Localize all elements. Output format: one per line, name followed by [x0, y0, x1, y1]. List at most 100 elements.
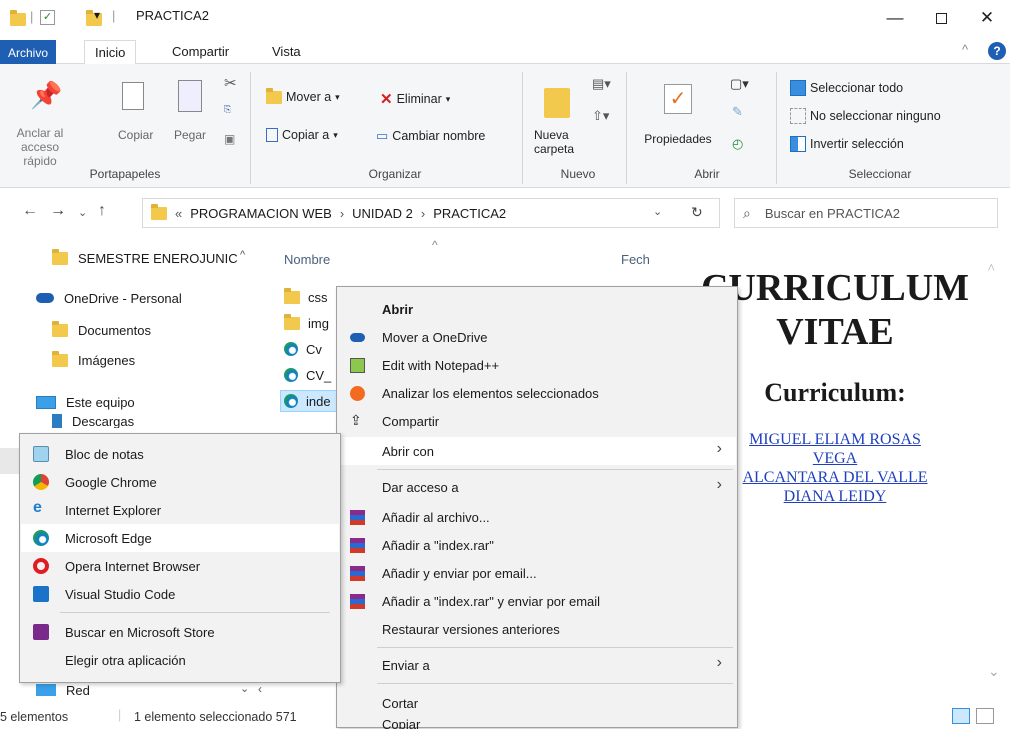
app-visual-studio-code[interactable]: Visual Studio Code — [21, 580, 339, 608]
address-dropdown-icon[interactable]: ⌄ — [653, 205, 662, 218]
scroll-up-icon[interactable]: ^ — [240, 249, 245, 261]
pin-quick-access-button[interactable]: 📌 Anclar al acceso rápido — [8, 70, 78, 168]
nav-item-semestre[interactable]: SEMESTRE ENEROJUNIC — [52, 246, 238, 270]
close-button[interactable]: ✕ — [964, 0, 1010, 36]
customize-toolbar-icon[interactable]: ▾ — [94, 8, 100, 22]
file-row[interactable]: css — [284, 286, 328, 308]
menu-item-enviar-a[interactable]: Enviar a › — [338, 651, 736, 679]
file-row[interactable]: img — [284, 312, 329, 334]
app-google-chrome[interactable]: Google Chrome — [21, 468, 339, 496]
easy-access-icon[interactable]: ⇧▾ — [592, 108, 609, 124]
nav-item-descargas[interactable]: Descargas — [52, 414, 134, 428]
search-input[interactable]: ⌕ Buscar en PRACTICA2 — [734, 198, 998, 228]
app-opera[interactable]: Opera Internet Browser — [21, 552, 339, 580]
copy-button[interactable]: Copiar — [112, 70, 156, 160]
app-bloc-de-notas[interactable]: Bloc de notas — [21, 440, 339, 468]
select-none-button[interactable]: No seleccionar ninguno — [790, 108, 941, 124]
nav-item-onedrive[interactable]: OneDrive - Personal — [36, 286, 182, 310]
open-with-submenu: Bloc de notas Google Chrome e Internet Ex… — [19, 433, 341, 683]
properties-button[interactable]: ✓ Propiedades — [636, 70, 716, 160]
copy-to-button[interactable]: Copiar a ▾ — [266, 128, 338, 142]
forward-button[interactable]: → — [50, 202, 66, 220]
breadcrumb-practica2[interactable]: PRACTICA2 — [433, 206, 506, 221]
minimize-button[interactable]: — — [872, 0, 918, 36]
menu-item-onedrive[interactable]: Mover a OneDrive — [338, 323, 736, 351]
chevron-right-icon: › — [339, 205, 345, 221]
folder-icon — [284, 313, 300, 330]
move-to-button[interactable]: Mover a ▾ — [266, 87, 340, 104]
winrar-icon — [350, 566, 365, 581]
nav-item-este-equipo[interactable]: Este equipo — [36, 390, 135, 414]
file-row[interactable]: Cv — [284, 338, 322, 360]
maximize-button[interactable] — [918, 0, 964, 36]
edit-icon[interactable]: ✎ — [732, 104, 743, 120]
nav-item-documentos[interactable]: Documentos — [52, 318, 151, 342]
paste-button[interactable]: Pegar — [170, 70, 214, 160]
preview-scroll-down-icon[interactable]: ⌄ — [988, 664, 1000, 681]
menu-item-analizar[interactable]: Analizar los elementos seleccionados — [338, 379, 736, 407]
delete-button[interactable]: ✕ Eliminar ▾ — [380, 90, 450, 108]
details-view-icon[interactable] — [952, 708, 970, 724]
menu-item-restaurar[interactable]: Restaurar versiones anteriores — [338, 615, 736, 643]
file-row[interactable]: CV_ — [284, 364, 331, 386]
invert-selection-icon — [790, 136, 806, 152]
large-icons-view-icon[interactable] — [976, 708, 994, 724]
invert-selection-button[interactable]: Invertir selección — [790, 136, 904, 152]
up-button[interactable]: ↑ — [98, 202, 106, 220]
copy-path-icon[interactable]: ⎘ — [224, 104, 231, 115]
edge-icon — [33, 530, 49, 546]
menu-item-notepad[interactable]: Edit with Notepad++ — [338, 351, 736, 379]
address-bar[interactable]: « PROGRAMACION WEB › UNIDAD 2 › PRACTICA… — [142, 198, 720, 228]
cut-icon[interactable]: ✂ — [224, 74, 237, 92]
menu-item-rar-index[interactable]: Añadir a "index.rar" — [338, 531, 736, 559]
app-internet-explorer[interactable]: e Internet Explorer — [21, 496, 339, 524]
menu-item-abrir[interactable]: Abrir — [338, 295, 736, 323]
help-icon[interactable]: ? — [988, 42, 1006, 60]
paste-shortcut-icon[interactable]: ▣ — [224, 132, 235, 146]
select-all-button[interactable]: Seleccionar todo — [790, 80, 903, 96]
breadcrumb-unidad-2[interactable]: UNIDAD 2 — [352, 206, 413, 221]
open-icon[interactable]: ▢▾ — [730, 76, 749, 92]
collapse-ribbon-icon[interactable]: ^ — [962, 42, 968, 57]
menu-item-rar-index-email[interactable]: Añadir a "index.rar" y enviar por email — [338, 587, 736, 615]
breadcrumb-overflow[interactable]: « — [175, 206, 182, 221]
nav-item-imagenes[interactable]: Imágenes — [52, 348, 135, 372]
preview-scroll-up-icon[interactable]: ^ — [988, 262, 995, 278]
menu-item-abrir-con[interactable]: Abrir con › — [338, 437, 736, 465]
back-button[interactable]: ← — [22, 202, 38, 220]
rename-button[interactable]: ▭ Cambiar nombre — [376, 128, 485, 144]
recent-locations-button[interactable]: ⌄ — [78, 206, 87, 219]
menu-item-rar-add[interactable]: Añadir al archivo... — [338, 503, 736, 531]
tab-compartir[interactable]: Compartir — [162, 40, 239, 64]
history-icon[interactable]: ◴ — [732, 136, 743, 152]
tab-archivo[interactable]: Archivo — [0, 40, 57, 66]
new-item-icon[interactable]: ▤▾ — [592, 76, 611, 92]
winrar-icon — [350, 538, 365, 553]
scroll-down-icon[interactable]: ⌄ — [240, 682, 249, 695]
edge-icon — [284, 368, 298, 382]
scroll-left-icon[interactable]: ‹ — [258, 682, 262, 696]
nav-selected-highlight — [0, 448, 20, 474]
computer-icon — [36, 395, 56, 409]
refresh-icon[interactable]: ↻ — [691, 204, 703, 221]
new-folder-button[interactable]: Nueva carpeta — [532, 70, 588, 160]
network-icon — [36, 684, 56, 696]
app-microsoft-edge[interactable]: Microsoft Edge — [21, 524, 339, 552]
menu-item-dar-acceso[interactable]: Dar acceso a › — [338, 473, 736, 501]
app-microsoft-store[interactable]: Buscar en Microsoft Store — [21, 618, 339, 646]
menu-item-compartir[interactable]: ⇪ Compartir — [338, 407, 736, 435]
delete-icon: ✕ — [380, 91, 393, 108]
folder-icon — [151, 203, 167, 220]
ribbon: 📌 Anclar al acceso rápido Copiar Pegar ✂… — [0, 64, 1010, 188]
chevron-right-icon: › — [716, 654, 722, 671]
tab-inicio[interactable]: Inicio — [84, 40, 137, 65]
notepad-plus-icon — [350, 358, 365, 373]
file-row-selected[interactable]: inde — [280, 390, 340, 412]
tab-vista[interactable]: Vista — [262, 40, 311, 64]
menu-item-rar-email[interactable]: Añadir y enviar por email... — [338, 559, 736, 587]
choose-other-app[interactable]: Elegir otra aplicación — [21, 646, 339, 674]
column-header-fecha[interactable]: Fech — [621, 252, 650, 267]
breadcrumb-programacion-web[interactable]: PROGRAMACION WEB — [190, 206, 332, 221]
properties-quick-icon[interactable]: ✓ — [40, 10, 55, 25]
column-header-nombre[interactable]: Nombre — [284, 252, 330, 267]
